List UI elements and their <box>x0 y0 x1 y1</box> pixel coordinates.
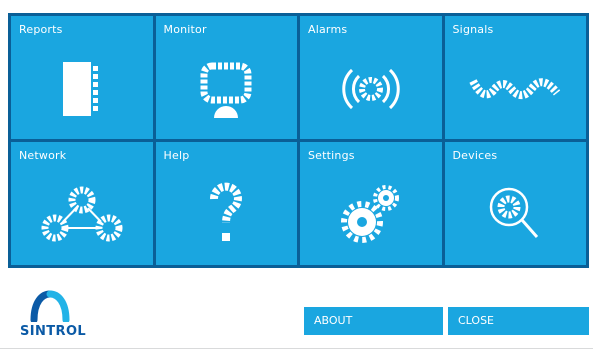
logo-text: SINTROL <box>20 324 87 339</box>
tile-reports-label: Reports <box>19 23 63 36</box>
help-icon <box>156 172 298 257</box>
tile-signals[interactable]: Signals <box>444 16 587 139</box>
reports-icon <box>11 46 153 131</box>
network-icon <box>11 172 153 257</box>
monitor-icon <box>156 46 298 131</box>
sintrol-logo-mark-icon <box>30 290 70 322</box>
menu-tile-grid: Reports Monitor Alarms Signals Network H… <box>8 13 589 268</box>
alarms-icon <box>300 46 442 131</box>
tile-help[interactable]: Help <box>155 142 298 265</box>
tile-monitor[interactable]: Monitor <box>155 16 298 139</box>
tile-settings[interactable]: Settings <box>300 142 442 265</box>
tile-reports[interactable]: Reports <box>11 16 153 139</box>
tile-help-label: Help <box>163 149 190 162</box>
tile-alarms[interactable]: Alarms <box>300 16 442 139</box>
tile-signals-label: Signals <box>452 23 494 36</box>
signals-icon <box>445 46 587 131</box>
footer-divider <box>0 348 593 349</box>
close-button[interactable]: CLOSE <box>448 307 589 335</box>
tile-alarms-label: Alarms <box>308 23 348 36</box>
about-button[interactable]: ABOUT <box>304 307 443 335</box>
tile-network[interactable]: Network <box>11 142 153 265</box>
settings-icon <box>300 172 442 257</box>
tile-devices[interactable]: Devices <box>444 142 587 265</box>
tile-settings-label: Settings <box>308 149 355 162</box>
devices-icon <box>445 172 587 257</box>
tile-devices-label: Devices <box>452 149 498 162</box>
footer-bar: SINTROL ABOUT CLOSE <box>0 268 593 363</box>
sintrol-logo: SINTROL <box>20 288 100 344</box>
tile-network-label: Network <box>19 149 67 162</box>
tile-monitor-label: Monitor <box>163 23 207 36</box>
app-window: Reports Monitor Alarms Signals Network H… <box>0 0 593 363</box>
